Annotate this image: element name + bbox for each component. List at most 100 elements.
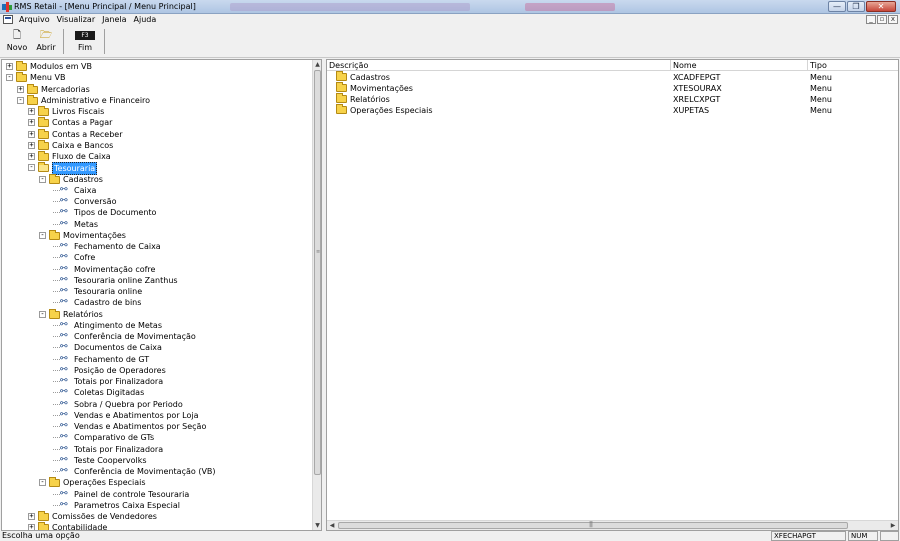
collapse-icon[interactable]: -: [6, 74, 13, 82]
expand-icon[interactable]: +: [17, 85, 24, 93]
mdi-close-button[interactable]: x: [888, 15, 898, 24]
collapse-icon[interactable]: -: [28, 164, 35, 172]
tree-node[interactable]: - Administrativo e Financeiro: [2, 94, 302, 106]
tree-node-label[interactable]: Tipos de Documento: [74, 207, 156, 218]
column-header-tipo[interactable]: Tipo: [808, 60, 898, 71]
tree-node-label[interactable]: Livros Fiscais: [52, 106, 104, 117]
tree-node-label[interactable]: Teste Coopervolks: [74, 455, 147, 466]
tree-node-label[interactable]: Movimentações: [63, 230, 126, 241]
tree-node[interactable]: ⚯ Tesouraria online: [2, 286, 302, 297]
tree-node-label[interactable]: Menu VB: [30, 72, 65, 83]
tree-node-label[interactable]: Documentos de Caixa: [74, 342, 162, 353]
tree-node[interactable]: - Tesouraria: [2, 162, 302, 176]
mdi-minimize-button[interactable]: _: [866, 15, 876, 24]
maximize-button[interactable]: ❐: [847, 1, 865, 12]
tree-node-label[interactable]: Caixa: [74, 185, 96, 196]
tree-node[interactable]: ⚯ Totais por Finalizadora: [2, 444, 302, 455]
tree-node[interactable]: ⚯ Parametros Caixa Especial: [2, 500, 302, 511]
tree-node-label[interactable]: Posição de Operadores: [74, 365, 166, 376]
mdi-restore-button[interactable]: ▫: [877, 15, 887, 24]
list-item[interactable]: Operações Especiais XUPETAS Menu: [327, 104, 898, 116]
tree-node-label[interactable]: Fluxo de Caixa: [52, 151, 111, 162]
tree-node[interactable]: + Modulos em VB: [2, 61, 302, 72]
tree-node[interactable]: ⚯ Teste Coopervolks: [2, 455, 302, 466]
tree-node[interactable]: + Comissões de Vendedores: [2, 511, 302, 522]
tree-node[interactable]: ⚯ Cofre: [2, 252, 302, 263]
tree-node-label[interactable]: Painel de controle Tesouraria: [74, 489, 189, 500]
tree-node[interactable]: ⚯ Coletas Digitadas: [2, 387, 302, 398]
tree-node-label[interactable]: Comissões de Vendedores: [52, 511, 157, 522]
minimize-button[interactable]: —: [828, 1, 846, 12]
tree-node-label[interactable]: Tesouraria online Zanthus: [74, 275, 178, 286]
tree-node-label[interactable]: Tesouraria online: [74, 286, 142, 297]
expand-icon[interactable]: +: [28, 513, 35, 520]
scroll-right-arrow-icon[interactable]: ▶: [888, 521, 898, 530]
collapse-icon[interactable]: -: [39, 175, 46, 183]
scroll-thumb[interactable]: ≡: [314, 70, 321, 475]
collapse-icon[interactable]: -: [39, 231, 46, 239]
list-horizontal-scrollbar[interactable]: ◀ ||| ▶: [327, 520, 898, 530]
fim-button[interactable]: F3 Fim: [70, 28, 100, 55]
menu-janela[interactable]: Janela: [102, 15, 126, 24]
collapse-icon[interactable]: -: [17, 96, 24, 104]
tree-node-label[interactable]: Contas a Pagar: [52, 117, 112, 128]
tree-vertical-scrollbar[interactable]: ▲ ≡ ▼: [312, 60, 321, 530]
tree-node-label[interactable]: Sobra / Quebra por Periodo: [74, 399, 183, 410]
scroll-up-arrow-icon[interactable]: ▲: [313, 60, 321, 69]
tree-node[interactable]: ⚯ Caixa: [2, 185, 302, 196]
scroll-thumb[interactable]: [338, 522, 848, 529]
tree-node[interactable]: ⚯ Tesouraria online Zanthus: [2, 275, 302, 286]
collapse-icon[interactable]: -: [39, 310, 46, 318]
tree-node[interactable]: ⚯ Movimentação cofre: [2, 264, 302, 275]
expand-icon[interactable]: +: [28, 108, 35, 115]
tree-node[interactable]: ⚯ Sobra / Quebra por Periodo: [2, 399, 302, 410]
tree-node[interactable]: ⚯ Conversão: [2, 196, 302, 207]
menu-arquivo[interactable]: Arquivo: [19, 15, 50, 24]
list-item[interactable]: Cadastros XCADFEPGT Menu: [327, 71, 898, 83]
tree-node-label[interactable]: Modulos em VB: [30, 61, 92, 72]
tree-node[interactable]: + Livros Fiscais: [2, 106, 302, 117]
tree-node-label[interactable]: Metas: [74, 219, 98, 230]
tree-node[interactable]: ⚯ Conferência de Movimentação: [2, 331, 302, 342]
tree-node-label[interactable]: Contabilidade: [52, 522, 107, 530]
close-button[interactable]: ✕: [866, 1, 896, 12]
tree-node[interactable]: - Relatórios: [2, 308, 302, 320]
tree-node[interactable]: - Operações Especiais: [2, 477, 302, 488]
tree-node-label[interactable]: Atingimento de Metas: [74, 320, 162, 331]
scroll-down-arrow-icon[interactable]: ▼: [313, 521, 321, 530]
tree-node-label[interactable]: Administrativo e Financeiro: [41, 95, 150, 106]
tree-node[interactable]: ⚯ Painel de controle Tesouraria: [2, 489, 302, 500]
tree-node-label[interactable]: Fechamento de GT: [74, 354, 149, 365]
expand-icon[interactable]: +: [28, 141, 35, 149]
tree-node[interactable]: + Contas a Pagar: [2, 117, 302, 128]
abrir-button[interactable]: 🗁 Abrir: [33, 28, 59, 55]
tree-node[interactable]: ⚯ Vendas e Abatimentos por Loja: [2, 410, 302, 421]
menu-visualizar[interactable]: Visualizar: [57, 15, 96, 24]
tree-node[interactable]: + Fluxo de Caixa: [2, 151, 302, 162]
tree-node-label[interactable]: Vendas e Abatimentos por Seção: [74, 421, 206, 432]
tree-node[interactable]: + Contabilidade: [2, 522, 302, 530]
expand-icon[interactable]: +: [6, 63, 13, 70]
menu-ajuda[interactable]: Ajuda: [134, 15, 157, 24]
tree-node[interactable]: ⚯ Metas: [2, 219, 302, 230]
tree-node[interactable]: ⚯ Documentos de Caixa: [2, 342, 302, 353]
tree-node-label[interactable]: Comparativo de GTs: [74, 432, 154, 443]
tree-node-label[interactable]: Fechamento de Caixa: [74, 241, 161, 252]
column-header-nome[interactable]: Nome: [671, 60, 808, 71]
tree-node[interactable]: + Caixa e Bancos: [2, 139, 302, 151]
tree-node-label[interactable]: Movimentação cofre: [74, 264, 155, 275]
tree-node[interactable]: ⚯ Atingimento de Metas: [2, 320, 302, 331]
tree-node[interactable]: ⚯ Comparativo de GTs: [2, 432, 302, 443]
novo-button[interactable]: 🗋 Novo: [4, 28, 30, 55]
tree-node[interactable]: ⚯ Conferência de Movimentação (VB): [2, 466, 302, 477]
tree-node-label[interactable]: Cadastros: [63, 174, 103, 185]
expand-icon[interactable]: +: [28, 130, 35, 138]
expand-icon[interactable]: +: [28, 119, 35, 127]
list-item[interactable]: Movimentações XTESOURAX Menu: [327, 82, 898, 94]
tree-node[interactable]: + Mercadorias: [2, 83, 302, 95]
tree-node-label[interactable]: Operações Especiais: [63, 477, 146, 488]
tree-node[interactable]: ⚯ Totais por Finalizadora: [2, 376, 302, 387]
tree-node-label[interactable]: Relatórios: [63, 309, 103, 320]
tree-node-label[interactable]: Conferência de Movimentação: [74, 331, 196, 342]
expand-icon[interactable]: +: [28, 524, 35, 530]
